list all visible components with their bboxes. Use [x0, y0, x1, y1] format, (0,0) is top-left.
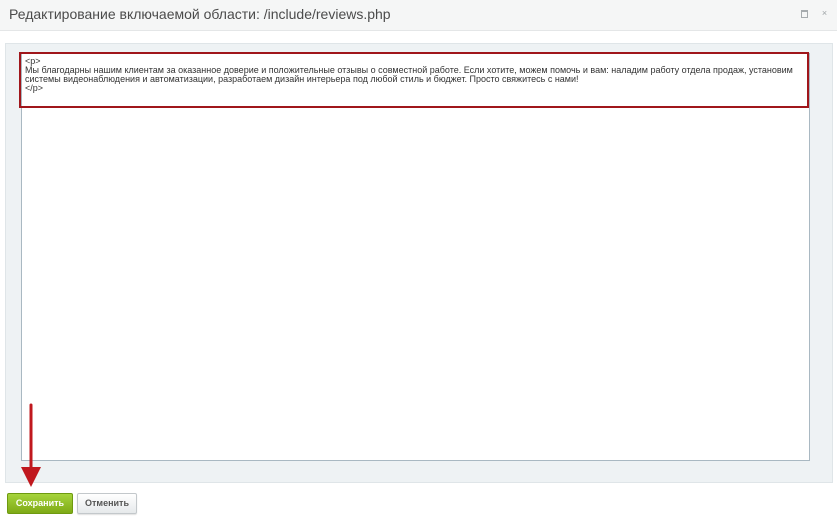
- restore-icon[interactable]: [800, 9, 809, 18]
- dialog-title: Редактирование включаемой области: /incl…: [9, 6, 391, 22]
- dialog-titlebar: Редактирование включаемой области: /incl…: [0, 0, 837, 31]
- down-arrow-annotation-icon: [21, 403, 41, 487]
- code-editor[interactable]: [21, 53, 810, 461]
- save-button[interactable]: Сохранить: [7, 493, 73, 514]
- cancel-button[interactable]: Отменить: [77, 493, 137, 514]
- editor-content[interactable]: <p> Мы благодарны нашим клиентам за оказ…: [25, 57, 805, 93]
- close-icon[interactable]: ×: [820, 9, 829, 18]
